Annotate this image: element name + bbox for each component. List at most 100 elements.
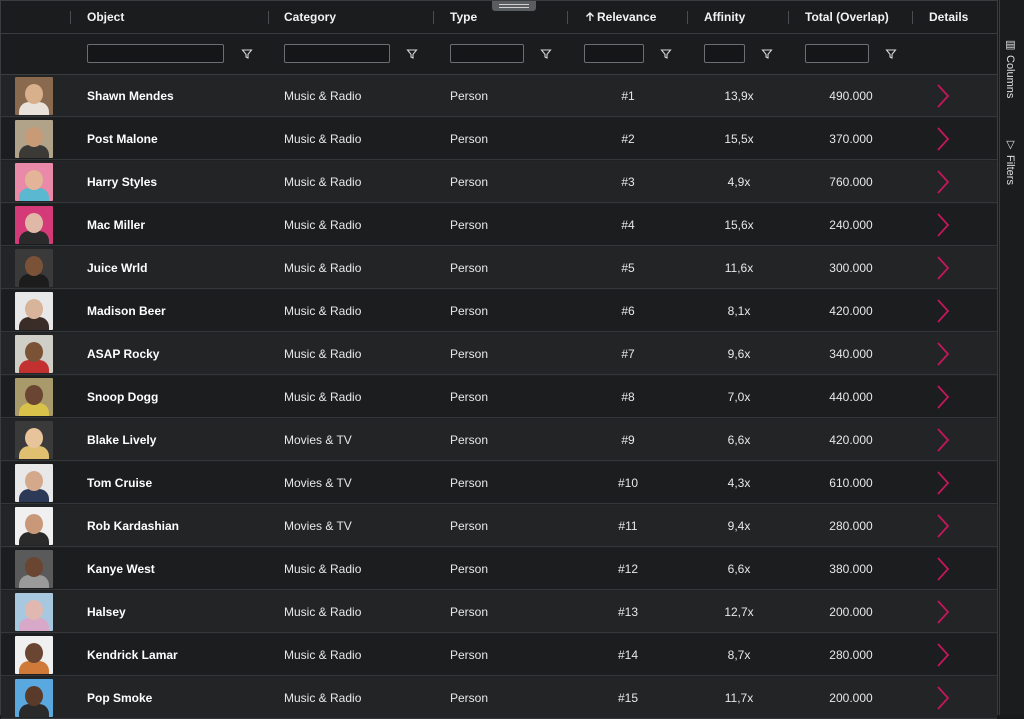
table-row[interactable]: Rob Kardashian Movies & TV Person #11 9,4x 28… <box>1 505 997 547</box>
avatar-head <box>25 299 43 319</box>
category-cell: Music & Radio <box>284 175 362 189</box>
category-cell: Music & Radio <box>284 390 362 404</box>
columns-tab-label: Columns <box>1004 55 1016 99</box>
column-header-details[interactable]: Details <box>929 1 968 33</box>
table-row[interactable]: Kendrick Lamar Music & Radio Person #14 8,7x… <box>1 634 997 676</box>
affinity-cell: 4,3x <box>727 476 751 490</box>
object-name[interactable]: Kendrick Lamar <box>87 634 178 676</box>
filters-tab[interactable]: ▽ Filters <box>1004 138 1017 185</box>
type-cell: Person <box>450 304 489 318</box>
table-row[interactable]: Juice Wrld Music & Radio Person #5 11,6x 300.… <box>1 247 997 289</box>
column-separator[interactable] <box>788 11 789 24</box>
filter-input-affinity[interactable] <box>704 44 745 63</box>
column-separator[interactable] <box>912 11 913 24</box>
object-name[interactable]: Post Malone <box>87 118 158 160</box>
table-row[interactable]: Post Malone Music & Radio Person #2 15,5x 370… <box>1 118 997 160</box>
object-name[interactable]: Harry Styles <box>87 161 157 203</box>
column-header-relevance-label: Relevance <box>597 10 657 24</box>
filter-icon[interactable] <box>660 48 672 60</box>
object-name[interactable]: Tom Cruise <box>87 462 152 504</box>
chevron-right-icon[interactable] <box>935 212 951 238</box>
chevron-right-icon[interactable] <box>935 427 951 453</box>
object-name[interactable]: Juice Wrld <box>87 247 147 289</box>
chevron-right-icon[interactable] <box>935 384 951 410</box>
panel-resize-handle[interactable] <box>492 1 536 11</box>
chevron-right-icon[interactable] <box>935 556 951 582</box>
object-name[interactable]: Rob Kardashian <box>87 505 179 547</box>
object-name[interactable]: Mac Miller <box>87 204 145 246</box>
filter-input-object[interactable] <box>87 44 224 63</box>
chevron-right-icon[interactable] <box>935 169 951 195</box>
column-header-affinity[interactable]: Affinity <box>704 1 745 33</box>
filter-icon[interactable] <box>885 48 897 60</box>
column-separator[interactable] <box>70 11 71 24</box>
table-row[interactable]: Shawn Mendes Music & Radio Person #1 13,9x 49… <box>1 75 997 117</box>
column-header-object[interactable]: Object <box>87 1 124 33</box>
object-name[interactable]: Blake Lively <box>87 419 156 461</box>
object-name[interactable]: Pop Smoke <box>87 677 152 719</box>
column-separator[interactable] <box>433 11 434 24</box>
relevance-cell: #7 <box>621 347 635 361</box>
category-cell: Music & Radio <box>284 691 362 705</box>
chevron-right-icon[interactable] <box>935 83 951 109</box>
category-cell: Music & Radio <box>284 261 362 275</box>
chevron-right-icon[interactable] <box>935 341 951 367</box>
affinity-cell: 7,0x <box>727 390 751 404</box>
chevron-right-icon[interactable] <box>935 298 951 324</box>
chevron-right-icon[interactable] <box>935 513 951 539</box>
affinity-cell: 11,7x <box>724 691 754 705</box>
filter-input-relevance[interactable] <box>584 44 644 63</box>
filter-icon[interactable] <box>761 48 773 60</box>
chevron-right-icon[interactable] <box>935 642 951 668</box>
table-row[interactable]: Mac Miller Music & Radio Person #4 15,6x 240.… <box>1 204 997 246</box>
filter-icon[interactable] <box>241 48 253 60</box>
table-row[interactable]: Kanye West Music & Radio Person #12 6,6x 380.… <box>1 548 997 590</box>
column-header-total-overlap[interactable]: Total (Overlap) <box>805 1 889 33</box>
filter-input-type[interactable] <box>450 44 524 63</box>
table-row[interactable]: Tom Cruise Movies & TV Person #10 4,3x 610.00… <box>1 462 997 504</box>
table-row[interactable]: ASAP Rocky Music & Radio Person #7 9,6x 340.0… <box>1 333 997 375</box>
table-row[interactable]: Snoop Dogg Music & Radio Person #8 7,0x 440.0… <box>1 376 997 418</box>
object-name[interactable]: Halsey <box>87 591 126 633</box>
category-cell: Movies & TV <box>284 433 352 447</box>
affinity-cell: 8,7x <box>727 648 751 662</box>
category-cell: Music & Radio <box>284 648 362 662</box>
table-row[interactable]: Blake Lively Movies & TV Person #9 6,6x 420.0… <box>1 419 997 461</box>
object-name[interactable]: Shawn Mendes <box>87 75 174 117</box>
affinity-cell: 9,6x <box>727 347 751 361</box>
column-separator[interactable] <box>687 11 688 24</box>
table-row[interactable]: Harry Styles Music & Radio Person #3 4,9x 760… <box>1 161 997 203</box>
table-row[interactable]: Halsey Music & Radio Person #13 12,7x 200.000 <box>1 591 997 633</box>
table-row[interactable]: Madison Beer Music & Radio Person #6 8,1x 420… <box>1 290 997 332</box>
relevance-cell: #5 <box>621 261 635 275</box>
avatar <box>15 550 53 588</box>
total-overlap-cell: 280.000 <box>829 648 873 662</box>
chevron-right-icon[interactable] <box>935 685 951 711</box>
column-header-type[interactable]: Type <box>450 1 477 33</box>
object-name[interactable]: ASAP Rocky <box>87 333 159 375</box>
column-header-relevance[interactable]: Relevance <box>585 1 656 33</box>
filter-icon[interactable] <box>406 48 418 60</box>
filter-icon[interactable] <box>540 48 552 60</box>
filter-input-total-overlap[interactable] <box>805 44 869 63</box>
category-cell: Music & Radio <box>284 89 362 103</box>
chevron-right-icon[interactable] <box>935 470 951 496</box>
chevron-right-icon[interactable] <box>935 599 951 625</box>
object-name[interactable]: Madison Beer <box>87 290 166 332</box>
table-row[interactable]: Pop Smoke Music & Radio Person #15 11,7x 200.… <box>1 677 997 719</box>
relevance-cell: #6 <box>621 304 635 318</box>
object-name[interactable]: Snoop Dogg <box>87 376 158 418</box>
columns-tab[interactable]: ▤ Columns <box>1004 38 1017 98</box>
chevron-right-icon[interactable] <box>935 126 951 152</box>
column-separator[interactable] <box>567 11 568 24</box>
filter-input-category[interactable] <box>284 44 390 63</box>
chevron-right-icon[interactable] <box>935 255 951 281</box>
avatar <box>15 292 53 330</box>
object-name[interactable]: Kanye West <box>87 548 155 590</box>
total-overlap-cell: 370.000 <box>829 132 873 146</box>
relevance-cell: #12 <box>617 562 639 576</box>
column-separator[interactable] <box>268 11 269 24</box>
avatar-head <box>25 385 43 405</box>
column-header-category[interactable]: Category <box>284 1 336 33</box>
affinity-cell: 13,9x <box>724 89 754 103</box>
